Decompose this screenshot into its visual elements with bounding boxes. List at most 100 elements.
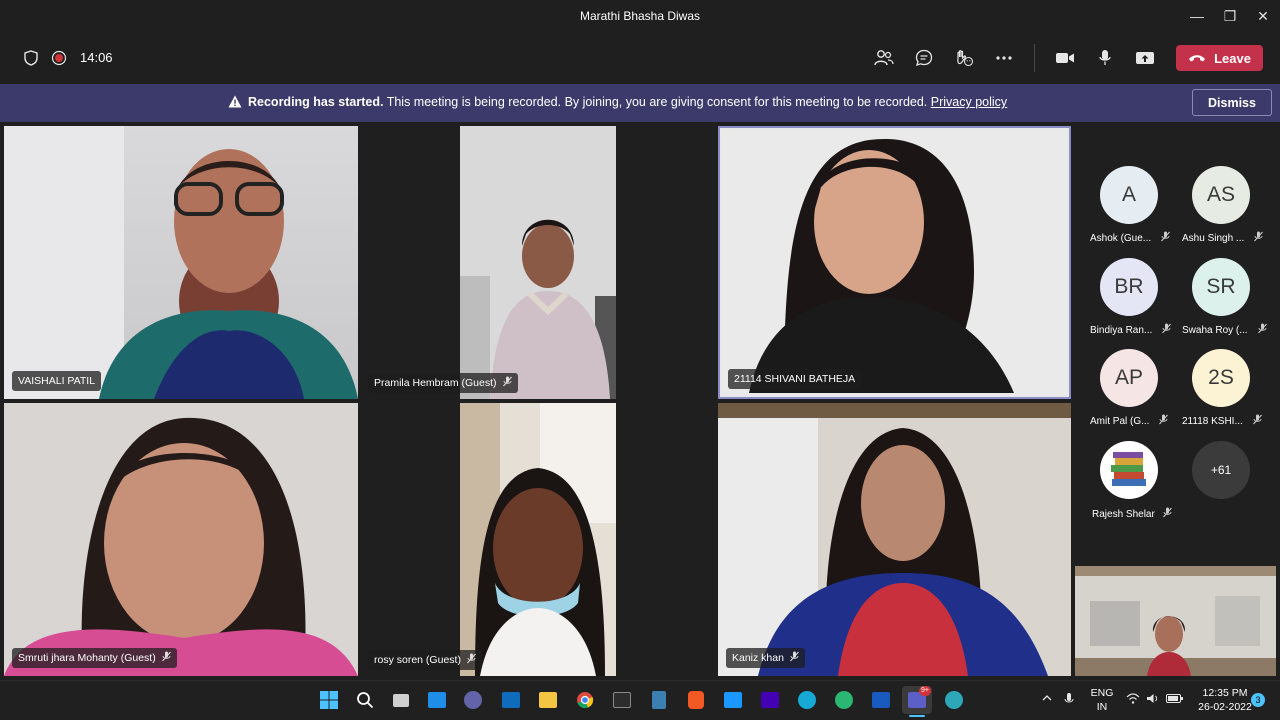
people-icon[interactable]: [870, 44, 898, 72]
region-code: IN: [1096, 701, 1108, 713]
dismiss-button[interactable]: Dismiss: [1192, 89, 1272, 116]
chat-icon[interactable]: [910, 44, 938, 72]
window-title: Marathi Bhasha Diwas: [579, 9, 701, 23]
participant-name-chip: Pramila Hembram (Guest): [368, 373, 518, 393]
calculator-icon[interactable]: [644, 686, 674, 714]
chat-app-icon[interactable]: [458, 686, 488, 714]
language-indicator[interactable]: ENG IN: [1088, 686, 1116, 714]
shield-icon[interactable]: [17, 44, 45, 72]
participant-name-chip: Kaniz khan: [726, 648, 805, 668]
globe-app-icon[interactable]: [939, 686, 969, 714]
mic-off-icon: [1162, 507, 1172, 521]
search-icon[interactable]: [350, 686, 380, 714]
edge-icon[interactable]: [829, 686, 859, 714]
mail-icon[interactable]: [496, 686, 526, 714]
participant-name: Ashu Singh ...: [1182, 232, 1245, 244]
video-tile[interactable]: Smruti jhara Mohanty (Guest): [4, 403, 358, 676]
volume-icon[interactable]: [1146, 693, 1160, 707]
camera-icon[interactable]: [1051, 44, 1079, 72]
participant-video-pramila: [460, 219, 616, 399]
privacy-policy-link[interactable]: Privacy policy: [931, 95, 1007, 109]
participant-label: Ashok (Gue...: [1090, 231, 1171, 245]
warning-icon: [228, 95, 242, 113]
banner-text: This meeting is being recorded. By joini…: [386, 95, 928, 109]
more-participants-button[interactable]: +61: [1192, 441, 1250, 499]
video-tile[interactable]: [460, 126, 616, 399]
participant-name-chip: 21114 SHIVANI BATHEJA: [728, 369, 862, 389]
self-view-video[interactable]: [1075, 566, 1276, 676]
share-screen-icon[interactable]: [1131, 44, 1159, 72]
participant-avatar[interactable]: AS: [1192, 166, 1250, 224]
participant-name: Pramila Hembram (Guest): [374, 377, 497, 389]
participant-video-vaishali: [4, 126, 358, 399]
video-tile[interactable]: VAISHALI PATIL: [4, 126, 358, 399]
tray-microphone-icon[interactable]: [1064, 692, 1074, 709]
video-tile[interactable]: Kaniz khan: [718, 403, 1071, 676]
teams-notification-badge: 9+: [919, 686, 931, 696]
file-explorer-icon[interactable]: [533, 686, 563, 714]
close-window-button[interactable]: ✕: [1246, 0, 1280, 32]
widgets-icon[interactable]: [422, 686, 452, 714]
minimize-button[interactable]: —: [1180, 0, 1214, 32]
participant-label: Bindiya Ran...: [1090, 323, 1172, 337]
participant-name: Amit Pal (G...: [1090, 415, 1150, 427]
participant-video-shivani: [724, 132, 1065, 393]
mic-off-icon: [1159, 414, 1169, 428]
participant-avatar-books[interactable]: [1100, 441, 1158, 499]
participant-label: Swaha Roy (...: [1182, 323, 1267, 337]
windows-start-icon[interactable]: [314, 686, 344, 714]
participant-avatar[interactable]: BR: [1100, 258, 1158, 316]
battery-icon[interactable]: [1166, 693, 1184, 707]
clock-date: 26-02-2022: [1198, 701, 1252, 713]
participant-name: rosy soren (Guest): [374, 654, 461, 666]
teams-icon[interactable]: 9+: [902, 686, 932, 714]
microphone-icon[interactable]: [1091, 44, 1119, 72]
webex-icon[interactable]: [792, 686, 822, 714]
participant-avatar[interactable]: 2S: [1192, 349, 1250, 407]
participant-avatar[interactable]: A: [1100, 166, 1158, 224]
more-options-icon[interactable]: [990, 44, 1018, 72]
task-view-icon[interactable]: [386, 686, 416, 714]
mic-off-icon: [1161, 231, 1171, 245]
participant-label: Rajesh Shelar: [1092, 507, 1172, 521]
chrome-icon[interactable]: [570, 686, 600, 714]
toolbar-divider: [1034, 44, 1035, 72]
prime-video-icon[interactable]: [718, 686, 748, 714]
participant-video-rosy: [460, 403, 616, 676]
active-app-indicator: [909, 715, 925, 717]
terminal-icon[interactable]: [607, 686, 637, 714]
wifi-icon[interactable]: [1126, 693, 1140, 707]
participant-avatar[interactable]: SR: [1192, 258, 1250, 316]
chevron-up-icon[interactable]: [1042, 690, 1052, 704]
brave-icon[interactable]: [681, 686, 711, 714]
mic-off-icon: [790, 651, 799, 665]
maximize-button[interactable]: ❐: [1213, 0, 1247, 32]
participant-name: Rajesh Shelar: [1092, 508, 1155, 520]
leave-button[interactable]: Leave: [1176, 45, 1263, 71]
notification-count-badge[interactable]: 3: [1251, 693, 1265, 707]
amazon-music-icon[interactable]: [755, 686, 785, 714]
video-tile-active-speaker[interactable]: 21114 SHIVANI BATHEJA: [718, 126, 1071, 399]
books-icon: [1111, 452, 1146, 486]
participant-name: Smruti jhara Mohanty (Guest): [18, 652, 156, 664]
reactions-icon[interactable]: [950, 44, 978, 72]
participant-label: Amit Pal (G...: [1090, 414, 1169, 428]
mic-off-icon: [1162, 323, 1172, 337]
mic-off-icon: [1252, 414, 1262, 428]
clock-time: 12:35 PM: [1202, 687, 1248, 699]
participant-name: Bindiya Ran...: [1090, 324, 1153, 336]
participant-name-chip: VAISHALI PATIL: [12, 371, 102, 391]
participant-avatar[interactable]: AP: [1100, 349, 1158, 407]
self-view-image: [1075, 566, 1276, 676]
video-tile[interactable]: [460, 403, 616, 676]
participant-video-smruti: [4, 417, 358, 676]
banner-bold-text: Recording has started.: [248, 95, 384, 109]
participant-label: 21118 KSHI...: [1182, 414, 1262, 428]
participant-name: Swaha Roy (...: [1182, 324, 1248, 336]
mic-off-icon: [161, 651, 171, 665]
language-code: ENG: [1090, 687, 1114, 699]
word-icon[interactable]: [866, 686, 896, 714]
mic-off-icon: [1257, 323, 1267, 337]
taskbar-clock[interactable]: 12:35 PM 26-02-2022: [1198, 686, 1252, 714]
participant-name-chip: rosy soren (Guest): [368, 650, 482, 670]
